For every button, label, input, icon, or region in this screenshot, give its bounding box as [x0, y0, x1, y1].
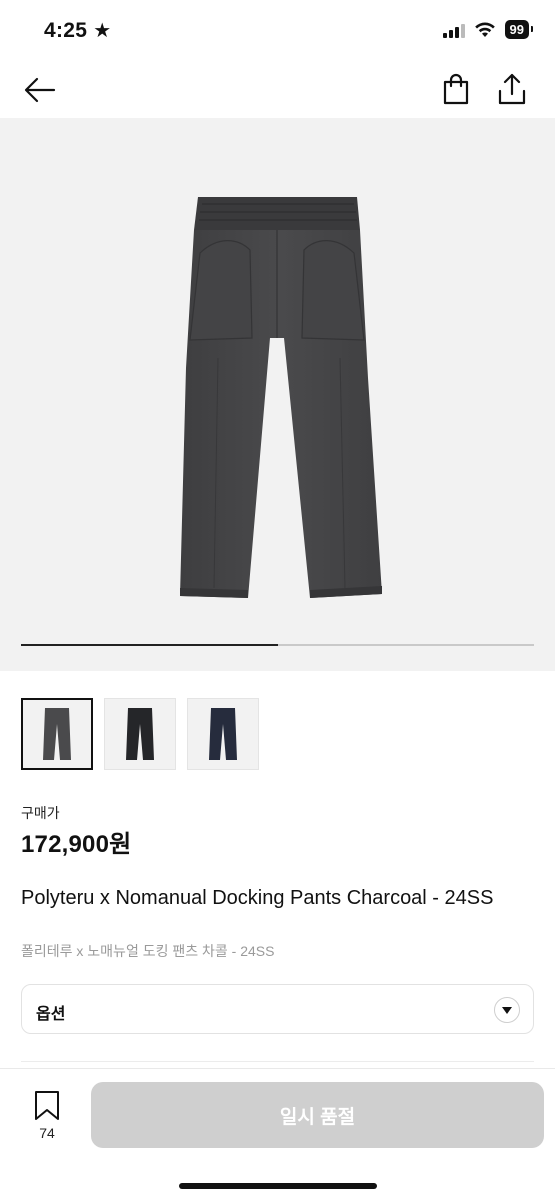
battery-indicator: 99 — [504, 20, 534, 39]
option-label: 옵션 — [36, 1006, 66, 1023]
status-time-text: 4:25 — [44, 18, 88, 42]
navy-pants-thumbnail[interactable] — [187, 698, 259, 770]
option-select[interactable]: 옵션 — [21, 984, 534, 1034]
bottom-action-bar: 74 일시 품절 — [0, 1068, 555, 1200]
status-icons: 99 — [442, 20, 534, 39]
thumbnail-list — [21, 698, 259, 770]
image-progress-bar — [21, 644, 534, 646]
arrow-left-icon[interactable] — [22, 74, 58, 106]
bookmark-icon — [35, 1091, 59, 1120]
shopping-bag-icon[interactable] — [440, 72, 472, 106]
status-bar: 4:25 ★ 99 — [0, 0, 555, 62]
image-progress-fill — [21, 644, 278, 646]
status-time: 4:25 ★ — [44, 18, 111, 43]
cellular-signal-icon — [442, 22, 465, 38]
price-label: 구매가 — [21, 805, 60, 821]
charcoal-pants-image — [180, 197, 382, 598]
section-divider — [21, 1061, 534, 1062]
price-value: 172,900원 — [21, 831, 132, 858]
share-icon[interactable] — [496, 72, 528, 106]
star-icon: ★ — [93, 20, 112, 42]
nav-bar — [0, 62, 555, 118]
product-title-english: Polyteru x Nomanual Docking Pants Charco… — [21, 887, 494, 909]
charcoal-pants-thumbnail[interactable] — [21, 698, 93, 770]
chevron-down-icon — [494, 997, 520, 1023]
home-indicator — [179, 1183, 377, 1189]
bookmark-button[interactable]: 74 — [25, 1089, 69, 1145]
product-title-korean: 폴리테루 x 노매뉴얼 도킹 팬츠 차콜 - 24SS — [21, 943, 275, 959]
bookmark-count: 74 — [39, 1125, 55, 1141]
product-image-gallery[interactable] — [0, 118, 555, 671]
black-pants-thumbnail[interactable] — [104, 698, 176, 770]
wifi-icon — [474, 22, 495, 37]
sold-out-button[interactable]: 일시 품절 — [91, 1082, 544, 1148]
